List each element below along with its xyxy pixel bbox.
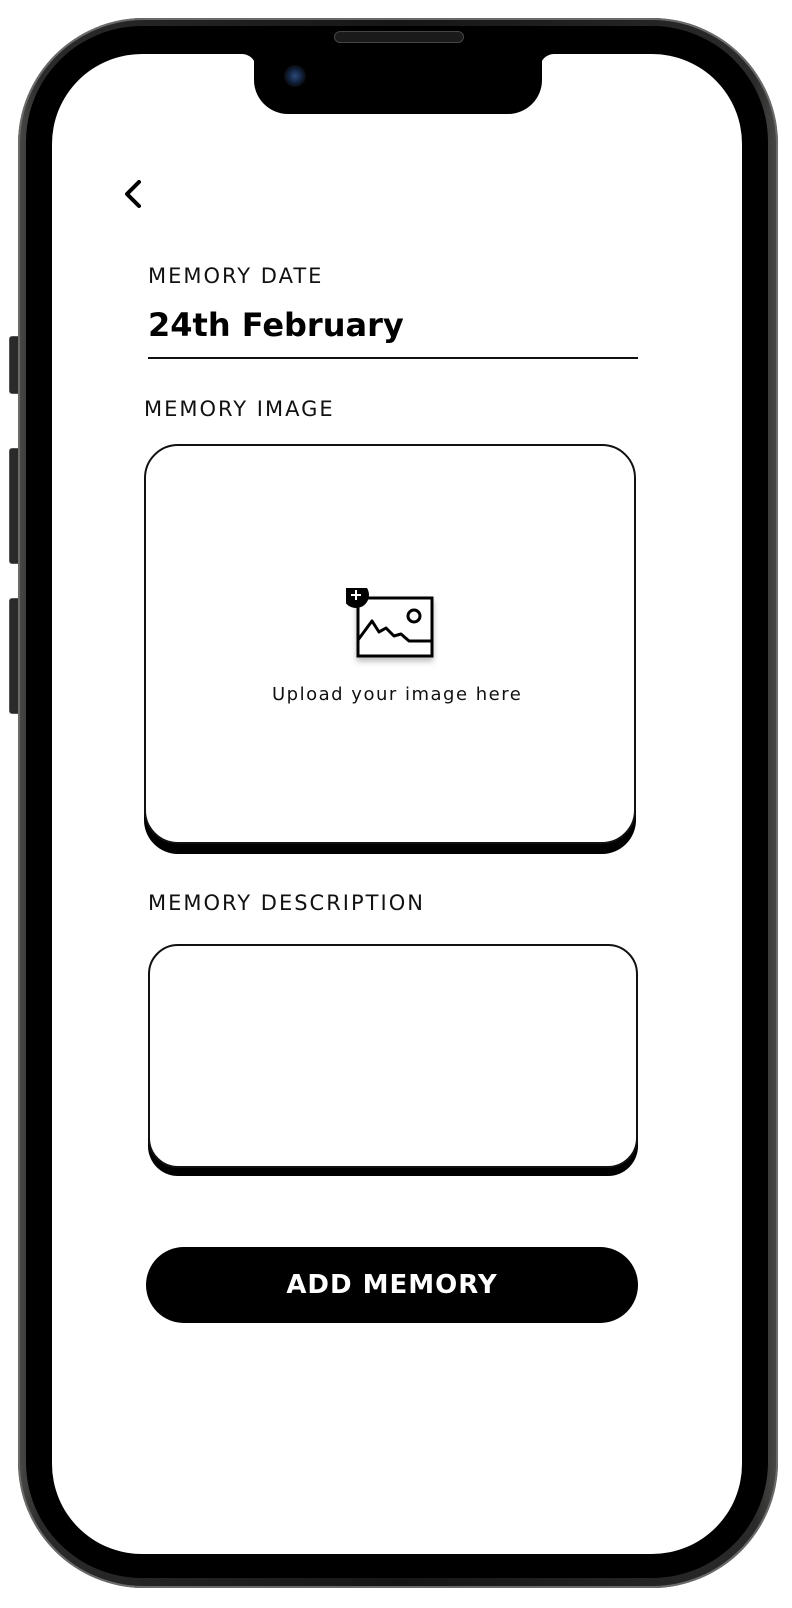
memory-date-underline xyxy=(148,357,638,359)
chevron-left-icon xyxy=(125,180,141,208)
upload-hint-text: Upload your image here xyxy=(272,684,523,705)
notch-corner-right xyxy=(540,54,554,68)
add-memory-button[interactable]: ADD MEMORY xyxy=(146,1247,638,1323)
memory-image-label: MEMORY IMAGE xyxy=(144,397,335,421)
memory-description-label: MEMORY DESCRIPTION xyxy=(148,891,425,915)
memory-description-input[interactable] xyxy=(148,944,638,1168)
speaker-grille xyxy=(334,31,464,43)
back-button[interactable] xyxy=(118,176,148,212)
memory-date-value[interactable]: 24th February xyxy=(148,306,404,344)
memory-date-label: MEMORY DATE xyxy=(148,264,324,288)
page: MEMORY DATE 24th February MEMORY IMAGE U… xyxy=(0,0,792,1608)
front-camera xyxy=(284,65,306,87)
add-image-icon[interactable] xyxy=(346,588,440,668)
